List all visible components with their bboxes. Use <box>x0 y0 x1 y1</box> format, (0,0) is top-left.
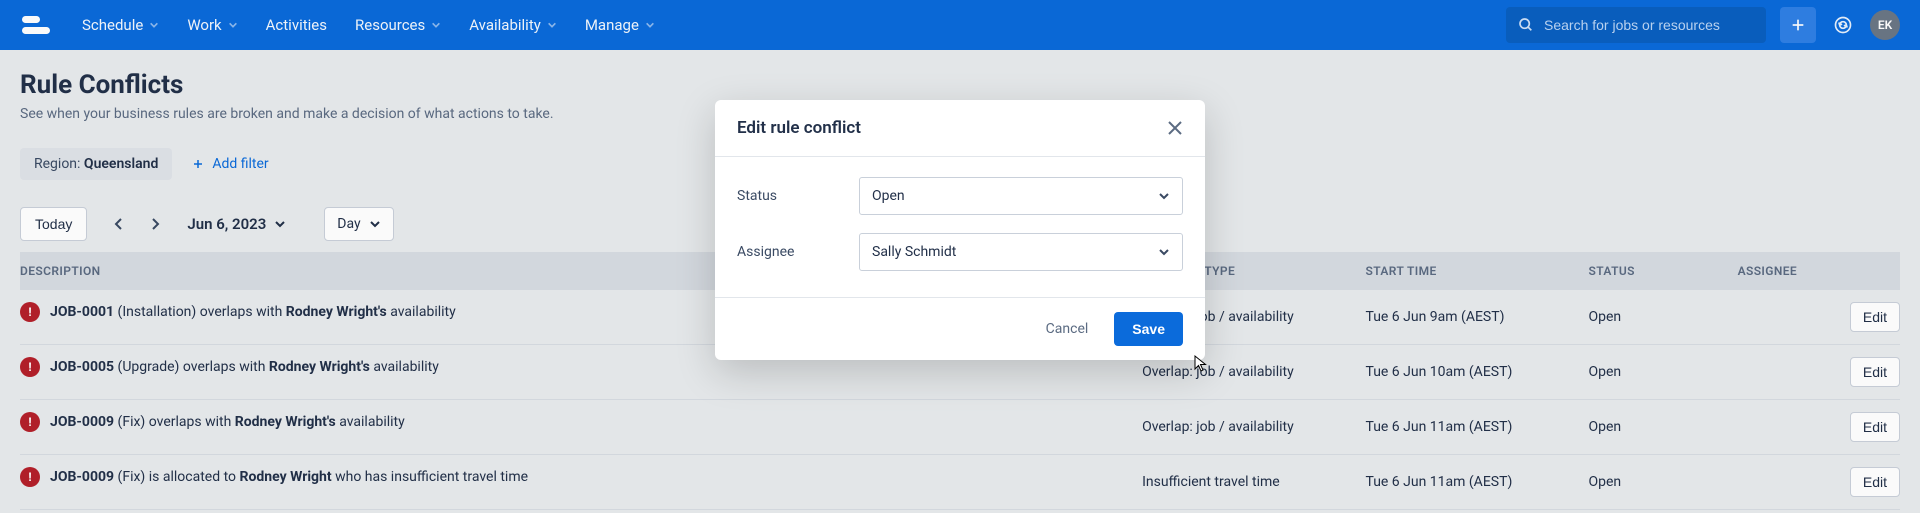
assignee-select[interactable]: Sally Schmidt <box>859 233 1183 271</box>
cancel-button[interactable]: Cancel <box>1046 321 1089 337</box>
edit-rule-conflict-modal: Edit rule conflict Status Open Assignee … <box>715 100 1205 360</box>
status-select[interactable]: Open <box>859 177 1183 215</box>
save-button[interactable]: Save <box>1114 312 1183 346</box>
status-label: Status <box>737 188 859 204</box>
status-value: Open <box>872 188 905 204</box>
modal-title: Edit rule conflict <box>737 118 861 138</box>
assignee-value: Sally Schmidt <box>872 244 956 260</box>
cursor-icon <box>1192 354 1210 372</box>
assignee-label: Assignee <box>737 244 859 260</box>
close-icon[interactable] <box>1167 120 1183 136</box>
chevron-down-icon <box>1158 190 1170 202</box>
chevron-down-icon <box>1158 246 1170 258</box>
